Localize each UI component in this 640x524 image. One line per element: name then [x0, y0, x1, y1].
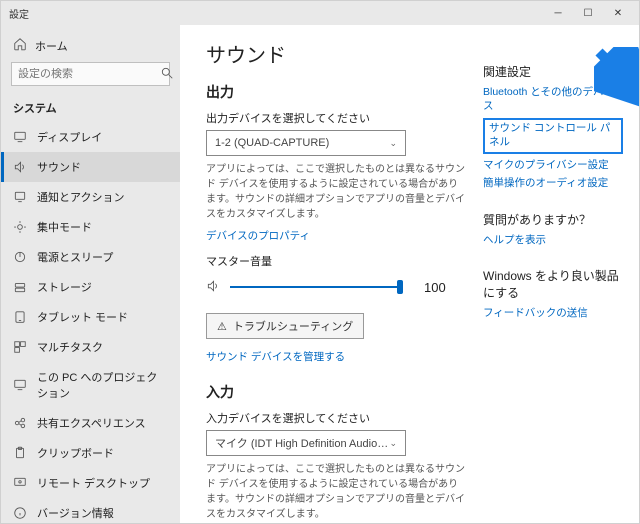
highlight-sound-control-panel: サウンド コントロール パネル — [483, 118, 623, 153]
sidebar-item-label: マルチタスク — [37, 339, 103, 355]
feedback-link[interactable]: フィードバックの送信 — [483, 307, 623, 321]
sound-icon — [13, 160, 27, 174]
search-icon — [160, 66, 174, 83]
sidebar-item-label: 共有エクスペリエンス — [37, 415, 146, 431]
sidebar-item-project[interactable]: この PC へのプロジェクション — [1, 362, 180, 408]
notify-icon — [13, 190, 27, 204]
related-heading: 関連設定 — [483, 63, 623, 80]
titlebar: 設定 ─ ☐ ✕ — [1, 1, 639, 25]
sidebar-item-clipboard[interactable]: クリップボード — [1, 438, 180, 468]
master-volume-label: マスター音量 — [206, 253, 473, 269]
output-choose-label: 出力デバイスを選択してください — [206, 110, 473, 126]
content-column: サウンド 出力 出力デバイスを選択してください 1-2 (QUAD-CAPTUR… — [206, 39, 473, 507]
related-link-bluetooth[interactable]: Bluetooth とその他のデバイス — [483, 86, 623, 113]
sidebar-item-label: この PC へのプロジェクション — [37, 369, 168, 401]
output-device-properties-link[interactable]: デバイスのプロパティ — [206, 228, 473, 243]
sidebar-item-display[interactable]: ディスプレイ — [1, 122, 180, 152]
output-troubleshoot-label: トラブルシューティング — [233, 318, 353, 334]
about-icon — [13, 506, 27, 520]
main-panel: サウンド 出力 出力デバイスを選択してください 1-2 (QUAD-CAPTUR… — [180, 25, 639, 523]
remote-icon — [13, 476, 27, 490]
chevron-down-icon: ⌄ — [389, 138, 397, 149]
maximize-button[interactable]: ☐ — [573, 3, 603, 23]
sidebar-item-storage[interactable]: ストレージ — [1, 272, 180, 302]
sidebar: ホーム システム ディスプレイサウンド通知とアクション集中モード電源とスリープス… — [1, 25, 180, 523]
master-volume-slider[interactable] — [230, 277, 400, 297]
nav-list: ディスプレイサウンド通知とアクション集中モード電源とスリープストレージタブレット… — [1, 122, 180, 523]
related-link-ease-audio[interactable]: 簡単操作のオーディオ設定 — [483, 177, 623, 191]
input-choose-label: 入力デバイスを選択してください — [206, 410, 473, 426]
question-heading: 質問がありますか？ — [483, 211, 623, 228]
sidebar-item-label: サウンド — [37, 159, 81, 175]
sidebar-item-power[interactable]: 電源とスリープ — [1, 242, 180, 272]
close-button[interactable]: ✕ — [603, 3, 633, 23]
storage-icon — [13, 280, 27, 294]
output-troubleshoot-button[interactable]: ⚠ トラブルシューティング — [206, 313, 364, 339]
multitask-icon — [13, 340, 27, 354]
output-manage-devices-link[interactable]: サウンド デバイスを管理する — [206, 349, 473, 364]
search-input-wrap[interactable] — [11, 62, 170, 86]
sidebar-item-remote[interactable]: リモート デスクトップ — [1, 468, 180, 498]
sidebar-item-label: ストレージ — [37, 279, 92, 295]
window-controls: ─ ☐ ✕ — [543, 3, 633, 23]
minimize-button[interactable]: ─ — [543, 3, 573, 23]
home-icon — [13, 37, 27, 54]
sidebar-item-sound[interactable]: サウンド — [1, 152, 180, 182]
help-link[interactable]: ヘルプを表示 — [483, 234, 623, 248]
speaker-icon — [206, 279, 220, 296]
sidebar-item-label: タブレット モード — [37, 309, 128, 325]
sidebar-item-label: バージョン情報 — [37, 505, 114, 521]
project-icon — [13, 378, 27, 392]
sidebar-item-focus[interactable]: 集中モード — [1, 212, 180, 242]
sidebar-item-multitask[interactable]: マルチタスク — [1, 332, 180, 362]
search-input[interactable] — [18, 68, 160, 80]
master-volume-row: 100 — [206, 277, 473, 297]
clipboard-icon — [13, 446, 27, 460]
window-title: 設定 — [9, 6, 29, 21]
nav-heading: システム — [1, 96, 180, 122]
window-body: ホーム システム ディスプレイサウンド通知とアクション集中モード電源とスリープス… — [1, 25, 639, 523]
sidebar-item-about[interactable]: バージョン情報 — [1, 498, 180, 523]
warning-icon: ⚠ — [217, 320, 227, 333]
sidebar-item-label: リモート デスクトップ — [37, 475, 150, 491]
sidebar-item-label: ディスプレイ — [37, 129, 102, 145]
output-desc: アプリによっては、ここで選択したものとは異なるサウンド デバイスを使用するように… — [206, 162, 466, 222]
tablet-icon — [13, 310, 27, 324]
output-device-dropdown[interactable]: 1-2 (QUAD-CAPTURE) ⌄ — [206, 130, 406, 156]
sidebar-item-label: クリップボード — [37, 445, 114, 461]
input-heading: 入力 — [206, 382, 473, 402]
nav-home[interactable]: ホーム — [1, 31, 180, 62]
settings-window: 設定 ─ ☐ ✕ ホーム システム ディスプレイサウンド通知とアクション集中モー… — [0, 0, 640, 524]
sidebar-item-tablet[interactable]: タブレット モード — [1, 302, 180, 332]
related-column: 関連設定 Bluetooth とその他のデバイス サウンド コントロール パネル… — [473, 39, 623, 507]
sidebar-item-label: 電源とスリープ — [37, 249, 113, 265]
related-link-mic-privacy[interactable]: マイクのプライバシー設定 — [483, 159, 623, 173]
input-device-value: マイク (IDT High Definition Audio… — [215, 435, 388, 451]
focus-icon — [13, 220, 27, 234]
feedback-heading: Windows をより良い製品にする — [483, 267, 623, 301]
shared-icon — [13, 416, 27, 430]
master-volume-value: 100 — [424, 280, 446, 295]
input-device-dropdown[interactable]: マイク (IDT High Definition Audio… ⌄ — [206, 430, 406, 456]
chevron-down-icon: ⌄ — [389, 438, 397, 449]
nav-home-label: ホーム — [35, 38, 68, 54]
output-device-value: 1-2 (QUAD-CAPTURE) — [215, 137, 329, 149]
display-icon — [13, 130, 27, 144]
related-link-sound-control-panel[interactable]: サウンド コントロール パネル — [489, 122, 617, 149]
sidebar-item-notify[interactable]: 通知とアクション — [1, 182, 180, 212]
input-desc: アプリによっては、ここで選択したものとは異なるサウンド デバイスを使用するように… — [206, 462, 466, 522]
output-heading: 出力 — [206, 82, 473, 102]
page-title: サウンド — [206, 39, 473, 68]
sidebar-item-label: 集中モード — [37, 219, 92, 235]
sidebar-item-label: 通知とアクション — [37, 189, 124, 205]
sidebar-item-shared[interactable]: 共有エクスペリエンス — [1, 408, 180, 438]
power-icon — [13, 250, 27, 264]
